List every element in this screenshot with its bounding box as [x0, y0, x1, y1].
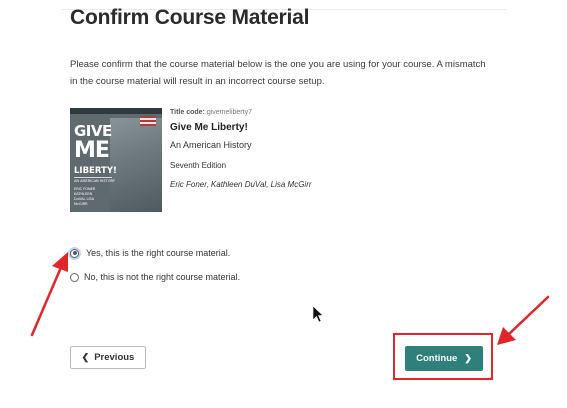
red-arrow-left [30, 252, 68, 337]
red-arrow-right [497, 295, 550, 345]
mouse-cursor-icon [312, 305, 324, 323]
annotation-overlay [30, 252, 550, 345]
